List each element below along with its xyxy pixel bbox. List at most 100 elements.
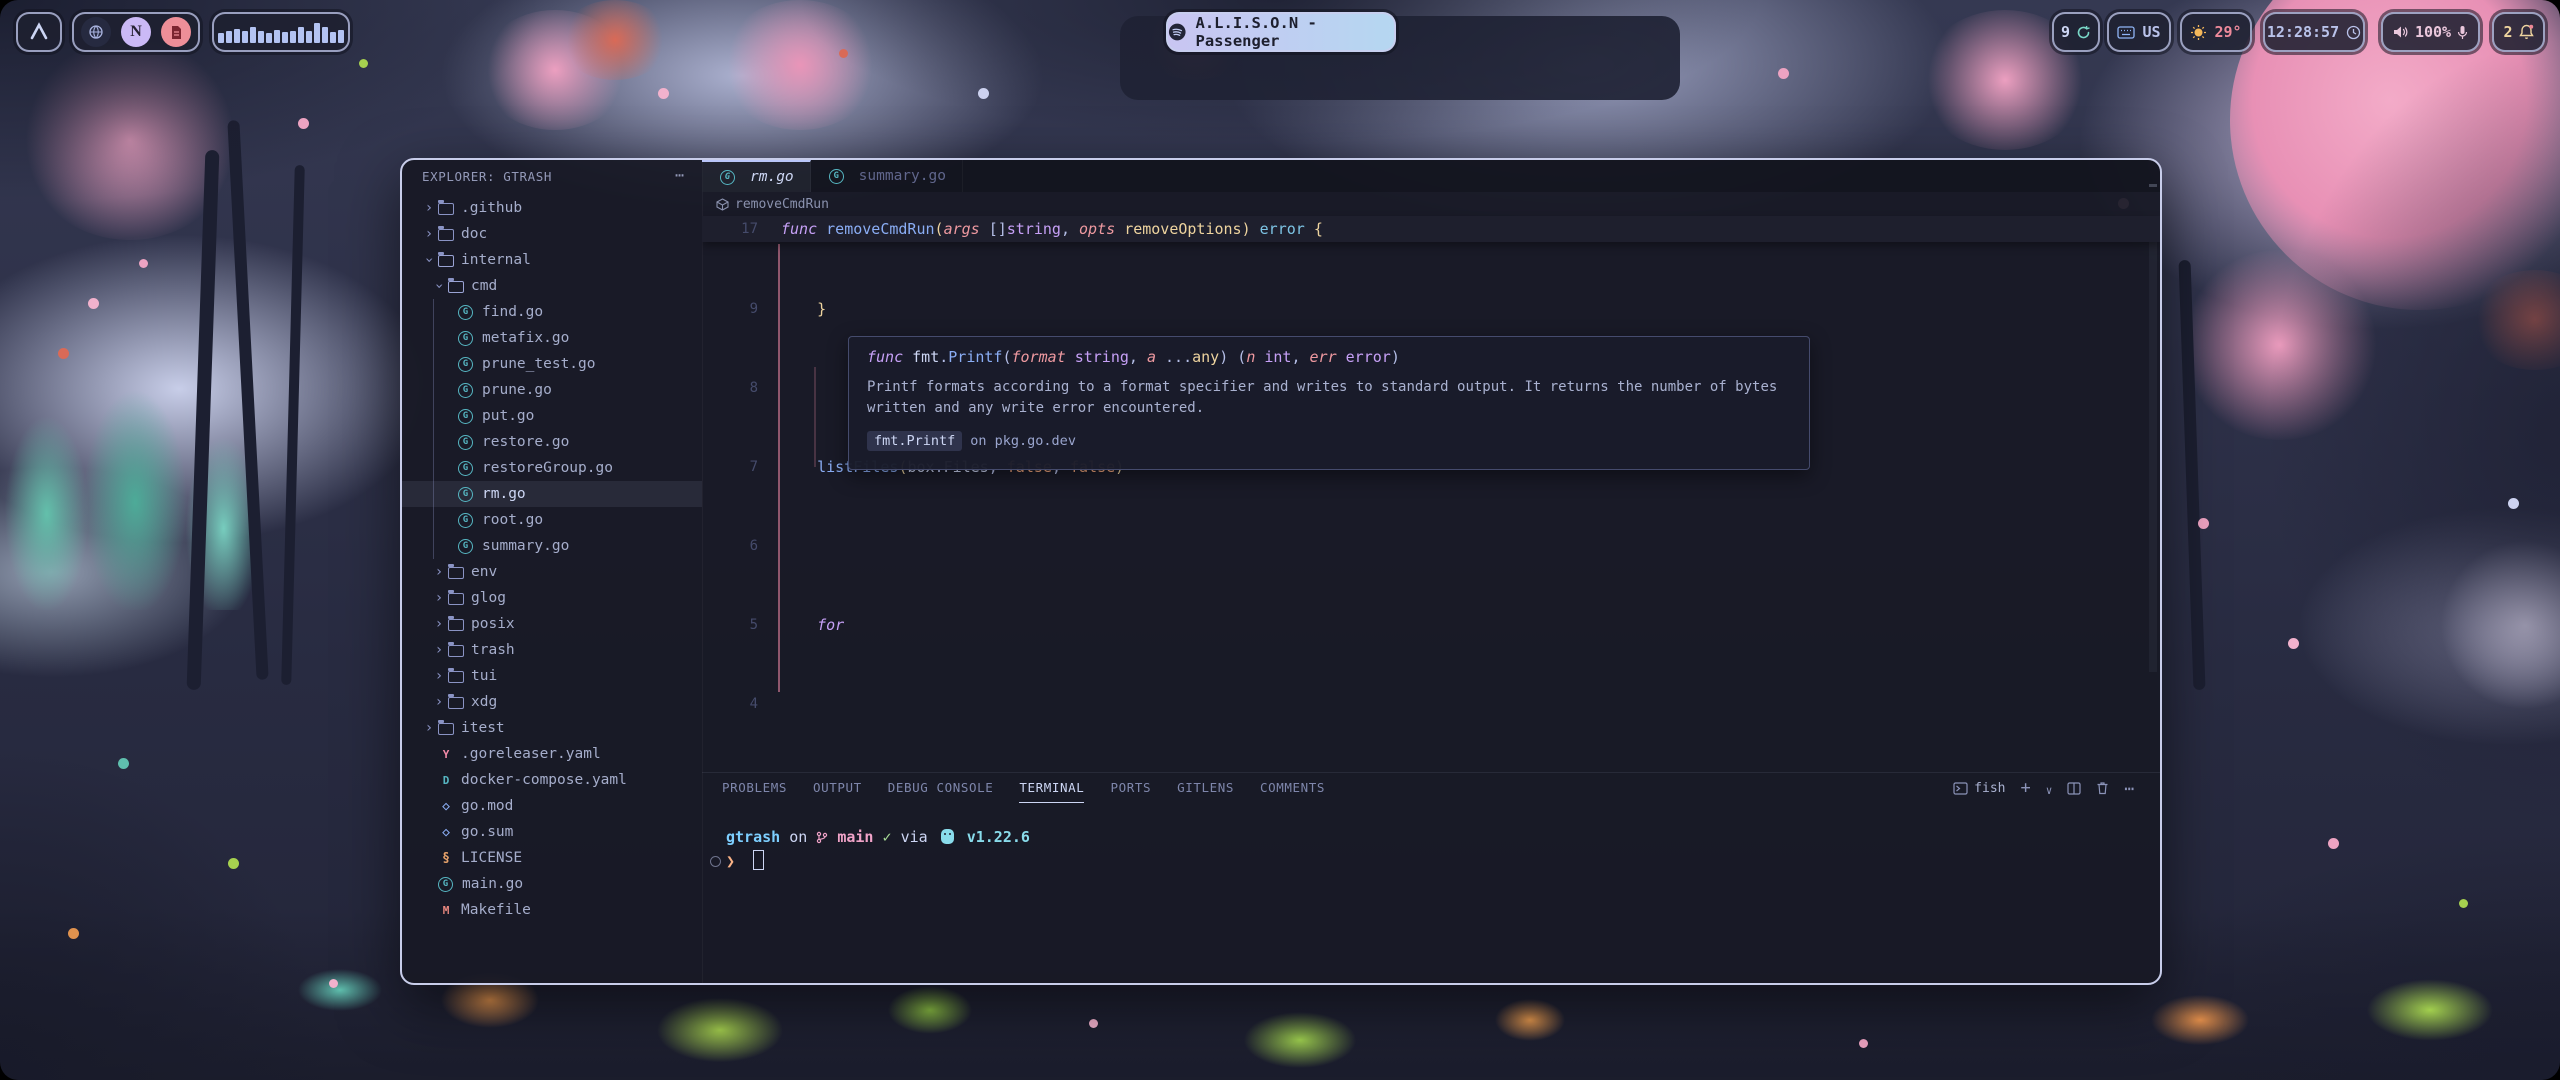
file-type-icon: [458, 435, 473, 450]
editor-scrollbar[interactable]: [2149, 242, 2157, 672]
editor-area[interactable]: rm.go summary.go removeCmdRun 17 func re…: [702, 160, 2160, 772]
launcher-button[interactable]: [16, 12, 62, 52]
file-type-icon: [448, 567, 464, 579]
line-number: 5: [702, 617, 758, 633]
code-line[interactable]: 4: [702, 691, 2160, 716]
file-type-icon: [438, 255, 454, 267]
tree-item[interactable]: go.mod: [402, 793, 702, 819]
tree-item[interactable]: internal: [402, 247, 702, 273]
tab-label: summary.go: [859, 168, 946, 184]
tree-item[interactable]: env: [402, 559, 702, 585]
updates-widget[interactable]: 9: [2052, 12, 2100, 52]
weather-widget[interactable]: 29°: [2180, 12, 2252, 52]
tree-item[interactable]: Makefile: [402, 897, 702, 923]
tooltip-link-row: fmt.Printf on pkg.go.dev: [867, 431, 1791, 451]
file-type-icon: [438, 877, 453, 892]
editor-tab[interactable]: rm.go: [702, 160, 811, 192]
tree-item-label: go.mod: [461, 798, 513, 814]
browser-icon[interactable]: [81, 17, 111, 47]
temperature: 29°: [2214, 23, 2241, 41]
document-app-icon[interactable]: [161, 17, 191, 47]
terminal-dropdown-icon[interactable]: [2046, 779, 2053, 798]
chevron-icon: [432, 616, 446, 632]
panel-more-actions-icon[interactable]: [2124, 779, 2134, 798]
tree-item[interactable]: tui: [402, 663, 702, 689]
chevron-icon: [432, 564, 446, 580]
panel-tab-label: COMMENTS: [1260, 780, 1325, 795]
panel-tab[interactable]: TERMINAL: [1019, 773, 1084, 803]
code-line[interactable]: 9 }: [702, 296, 2160, 321]
terminal[interactable]: gtrash on main ✓ via v1.22.6 ❯: [702, 825, 2160, 873]
panel-tab[interactable]: DEBUG CONSOLE: [888, 773, 994, 803]
panel-tab[interactable]: COMMENTS: [1260, 773, 1325, 803]
notifications-widget[interactable]: 2: [2492, 12, 2545, 52]
tree-item[interactable]: xdg: [402, 689, 702, 715]
microphone-icon: [2457, 25, 2468, 40]
tree-item-label: glog: [471, 590, 506, 606]
tree-item-label: restore.go: [482, 434, 569, 450]
tree-item-label: .github: [461, 200, 522, 216]
tree-item[interactable]: trash: [402, 637, 702, 663]
volume-widget[interactable]: 100%: [2381, 12, 2480, 52]
tree-item[interactable]: posix: [402, 611, 702, 637]
tab-label: rm.go: [750, 169, 794, 185]
tree-item-label: find.go: [482, 304, 543, 320]
media-player-widget[interactable]: A.L.I.S.O.N - Passenger: [1166, 12, 1396, 52]
sticky-scroll-line[interactable]: 17 func removeCmdRun(args []string, opts…: [702, 216, 2160, 242]
tree-item[interactable]: cmd: [402, 273, 702, 299]
tree-item[interactable]: go.sum: [402, 819, 702, 845]
tree-item-label: tui: [471, 668, 497, 684]
keyboard-layout-widget[interactable]: US: [2107, 12, 2171, 52]
prompt-branch: main: [837, 828, 873, 846]
tree-item[interactable]: restoreGroup.go: [402, 455, 702, 481]
panel-tab-bar: PROBLEMS OUTPUT DEBUG CONSOLE TERMINAL: [722, 773, 1325, 803]
tree-item[interactable]: .github: [402, 195, 702, 221]
tooltip-link[interactable]: on pkg.go.dev: [970, 433, 1076, 449]
tree-item[interactable]: docker-compose.yaml: [402, 767, 702, 793]
tree-item[interactable]: summary.go: [402, 533, 702, 559]
chevron-icon: [432, 642, 446, 658]
tree-item[interactable]: put.go: [402, 403, 702, 429]
chevron-icon: [422, 252, 436, 268]
file-type-icon: [448, 697, 464, 709]
shell-selector[interactable]: fish: [1953, 781, 2005, 796]
volume-level: 100%: [2415, 23, 2451, 41]
explorer-actions-icon[interactable]: [675, 166, 684, 184]
breadcrumb[interactable]: removeCmdRun: [702, 192, 2160, 216]
tree-item[interactable]: restore.go: [402, 429, 702, 455]
tree-item[interactable]: rm.go: [402, 481, 702, 507]
file-type-icon: [458, 331, 473, 346]
panel-tab[interactable]: PROBLEMS: [722, 773, 787, 803]
terminal-input-line[interactable]: ❯: [702, 849, 2160, 873]
tree-item-label: LICENSE: [461, 850, 522, 866]
vscode-window: EXPLORER: GTRASH .github doc: [400, 158, 2162, 985]
code-line[interactable]: 6: [702, 533, 2160, 558]
code-line[interactable]: 5 for: [702, 612, 2160, 637]
terminal-icon: [1953, 782, 1968, 795]
split-terminal-icon[interactable]: [2067, 782, 2081, 795]
tree-item[interactable]: .goreleaser.yaml: [402, 741, 702, 767]
file-type-icon: [438, 902, 454, 918]
tree-item[interactable]: metafix.go: [402, 325, 702, 351]
tree-item[interactable]: glog: [402, 585, 702, 611]
tree-item[interactable]: find.go: [402, 299, 702, 325]
tree-item[interactable]: prune_test.go: [402, 351, 702, 377]
bottom-panel: PROBLEMS OUTPUT DEBUG CONSOLE TERMINAL: [702, 772, 2160, 983]
tree-item[interactable]: LICENSE: [402, 845, 702, 871]
kill-terminal-icon[interactable]: [2096, 781, 2109, 795]
panel-tab[interactable]: GITLENS: [1177, 773, 1234, 803]
tree-item[interactable]: itest: [402, 715, 702, 741]
tree-item-label: go.sum: [461, 824, 513, 840]
editor-tab[interactable]: summary.go: [811, 160, 963, 192]
tree-item[interactable]: doc: [402, 221, 702, 247]
panel-tab[interactable]: PORTS: [1110, 773, 1151, 803]
new-terminal-button[interactable]: [2020, 778, 2030, 798]
chevron-icon: [432, 590, 446, 606]
tree-item[interactable]: root.go: [402, 507, 702, 533]
tree-item[interactable]: prune.go: [402, 377, 702, 403]
panel-tab[interactable]: OUTPUT: [813, 773, 862, 803]
notes-app-icon[interactable]: [121, 17, 151, 47]
tree-item[interactable]: main.go: [402, 871, 702, 897]
line-number: 7: [702, 459, 758, 475]
clock-widget[interactable]: 12:28:57: [2263, 12, 2365, 52]
